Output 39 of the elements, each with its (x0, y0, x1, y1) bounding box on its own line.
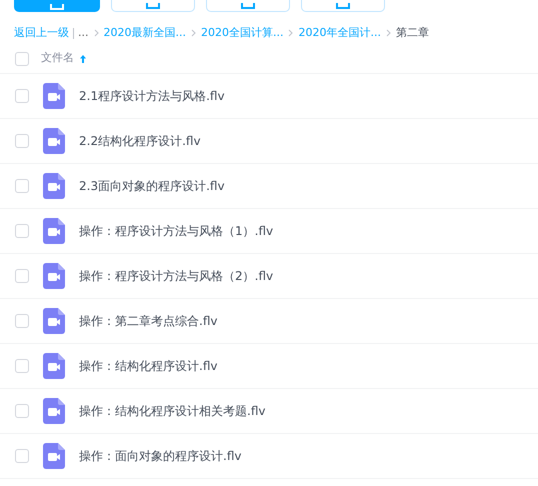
video-file-icon (43, 398, 65, 424)
video-file-icon (43, 308, 65, 334)
button-icon (146, 3, 160, 9)
button-icon (50, 4, 64, 10)
checkbox[interactable] (15, 224, 29, 238)
checkbox[interactable] (15, 269, 29, 283)
breadcrumb-current: 第二章 (396, 24, 429, 41)
video-file-icon (43, 443, 65, 469)
file-name[interactable]: 操作：程序设计方法与风格（2）.flv (79, 267, 274, 285)
button-icon (336, 3, 350, 9)
checkbox[interactable] (15, 404, 29, 418)
file-name[interactable]: 操作：面向对象的程序设计.flv (79, 447, 242, 465)
file-name[interactable]: 操作：结构化程序设计相关考题.flv (79, 402, 266, 420)
checkbox[interactable] (15, 359, 29, 373)
video-file-icon (43, 263, 65, 289)
video-file-icon (43, 128, 65, 154)
button-icon (241, 3, 255, 9)
chevron-icon (190, 29, 196, 37)
checkbox[interactable] (15, 134, 29, 148)
checkbox[interactable] (15, 449, 29, 463)
chevron-icon (288, 29, 294, 37)
file-name[interactable]: 2.2结构化程序设计.flv (79, 132, 201, 150)
file-name[interactable]: 2.1程序设计方法与风格.flv (79, 87, 225, 105)
file-name[interactable]: 操作：程序设计方法与风格（1）.flv (79, 222, 274, 240)
video-file-icon (43, 173, 65, 199)
checkbox[interactable] (15, 179, 29, 193)
video-file-icon (43, 218, 65, 244)
chevron-icon (386, 29, 391, 37)
sort-arrow-icon[interactable] (79, 54, 87, 64)
file-name[interactable]: 操作：第二章考点综合.flv (79, 312, 218, 330)
breadcrumb-ellipsis[interactable]: ... (78, 24, 88, 42)
file-name[interactable]: 操作：结构化程序设计.flv (79, 357, 218, 375)
checkbox[interactable] (15, 89, 29, 103)
chevron-icon (94, 29, 98, 37)
video-file-icon (43, 353, 65, 379)
video-file-icon (43, 83, 65, 109)
checkbox[interactable] (15, 52, 29, 66)
file-name[interactable]: 2.3面向对象的程序设计.flv (79, 177, 225, 195)
checkbox[interactable] (15, 314, 29, 328)
